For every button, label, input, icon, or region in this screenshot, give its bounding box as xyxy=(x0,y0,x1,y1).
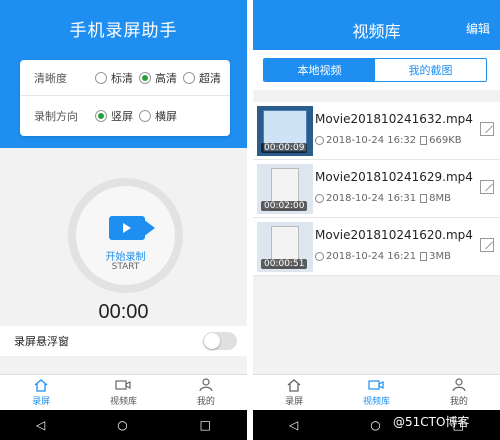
quality-sd-label: 标清 xyxy=(111,71,133,85)
quality-uhd-label: 超清 xyxy=(199,71,221,85)
video-icon xyxy=(368,380,385,390)
tab-video-library-label: 视频库 xyxy=(362,397,390,407)
record-timer: 00:00 xyxy=(98,301,149,323)
bottom-tabbar: 录屏 视频库 我的 xyxy=(0,374,247,410)
home-circle-icon[interactable]: ○ xyxy=(370,418,380,432)
record-screen: 手机录屏助手 清晰度 标清 高清 超清 录制方向 竖屏 横屏 开始录制 STAR… xyxy=(0,0,247,440)
video-thumbnail: 00:00:09 xyxy=(257,106,313,156)
floating-window-toggle[interactable] xyxy=(203,332,237,350)
right-header: 视频库 编辑 xyxy=(253,0,500,50)
quality-uhd-radio[interactable] xyxy=(183,71,195,84)
tab-local-videos[interactable]: 本地视频 xyxy=(264,59,375,81)
bottom-tabbar: 录屏 视频库 我的 xyxy=(253,374,500,410)
file-icon xyxy=(420,194,428,203)
watermark: @51CTO博客 xyxy=(393,415,470,429)
home-icon xyxy=(287,379,301,392)
landscape-radio[interactable] xyxy=(139,110,151,122)
list-item[interactable]: 00:00:51 Movie201810241620.mp4 2018-10-2… xyxy=(253,218,500,276)
floating-window-label: 录屏悬浮窗 xyxy=(14,335,69,348)
video-library-screen: 视频库 编辑 本地视频 我的截图 00:00:09 Movie201810241… xyxy=(253,0,500,440)
video-meta: 2018-10-24 16:32 669KB xyxy=(315,135,462,146)
user-icon xyxy=(452,378,466,392)
video-size: 3MB xyxy=(429,251,451,262)
tab-video-library[interactable]: 视频库 xyxy=(335,375,417,410)
video-duration: 00:02:00 xyxy=(261,201,308,211)
back-icon[interactable]: ◁ xyxy=(36,418,45,432)
tab-record-label: 录屏 xyxy=(285,397,304,407)
list-item[interactable]: 00:00:09 Movie201810241632.mp4 2018-10-2… xyxy=(253,102,500,160)
clock-icon xyxy=(315,194,324,203)
start-record-label: 开始录制 xyxy=(105,252,146,263)
video-datetime: 2018-10-24 16:21 xyxy=(326,251,417,262)
video-name: Movie201810241629.mp4 xyxy=(315,170,473,184)
tab-video-library[interactable]: 视频库 xyxy=(82,375,164,410)
landscape-label: 横屏 xyxy=(155,110,177,123)
library-title: 视频库 xyxy=(352,22,401,41)
start-record-button[interactable]: 开始录制 START xyxy=(68,178,183,293)
video-datetime: 2018-10-24 16:31 xyxy=(326,193,417,204)
app-title: 手机录屏助手 xyxy=(69,21,178,41)
tab-record[interactable]: 录屏 xyxy=(0,375,82,410)
recents-icon[interactable]: □ xyxy=(200,418,211,432)
video-thumbnail: 00:00:51 xyxy=(257,222,313,272)
video-thumbnail: 00:02:00 xyxy=(257,164,313,214)
portrait-label: 竖屏 xyxy=(111,110,133,123)
quality-hd-radio[interactable] xyxy=(139,71,151,84)
video-size: 669KB xyxy=(429,135,462,146)
segment-area: 本地视频 我的截图 xyxy=(253,50,500,90)
video-camera-icon xyxy=(109,216,145,240)
orientation-row: 录制方向 竖屏 横屏 xyxy=(20,98,230,134)
quality-hd-label: 高清 xyxy=(155,71,177,85)
back-icon[interactable]: ◁ xyxy=(289,418,298,432)
edit-icon[interactable] xyxy=(480,238,494,252)
tab-record[interactable]: 录屏 xyxy=(253,375,335,410)
system-navbar: ◁ ○ □ xyxy=(0,410,247,440)
video-meta: 2018-10-24 16:21 3MB xyxy=(315,251,451,262)
video-size: 8MB xyxy=(429,193,451,204)
tab-record-label: 录屏 xyxy=(32,397,51,407)
quality-label: 清晰度 xyxy=(34,71,67,85)
user-icon xyxy=(199,378,213,392)
video-duration: 00:00:09 xyxy=(261,143,308,153)
video-meta: 2018-10-24 16:31 8MB xyxy=(315,193,451,204)
video-name: Movie201810241620.mp4 xyxy=(315,228,473,242)
tab-mine[interactable]: 我的 xyxy=(165,375,247,410)
list-item[interactable]: 00:02:00 Movie201810241629.mp4 2018-10-2… xyxy=(253,160,500,218)
tab-video-library-label: 视频库 xyxy=(109,397,137,407)
clock-icon xyxy=(315,252,324,261)
tab-my-screenshots[interactable]: 我的截图 xyxy=(375,59,486,81)
video-icon xyxy=(115,380,132,390)
edit-button[interactable]: 编辑 xyxy=(466,20,490,37)
quality-sd-radio[interactable] xyxy=(95,71,107,84)
edit-icon[interactable] xyxy=(480,122,494,136)
edit-icon[interactable] xyxy=(480,180,494,194)
video-datetime: 2018-10-24 16:32 xyxy=(326,135,417,146)
tab-mine[interactable]: 我的 xyxy=(418,375,500,410)
video-list: 00:00:09 Movie201810241632.mp4 2018-10-2… xyxy=(253,102,500,276)
home-icon xyxy=(34,379,48,392)
tab-mine-label: 我的 xyxy=(196,397,215,407)
start-record-sublabel: START xyxy=(111,262,140,272)
file-icon xyxy=(420,252,428,261)
segment-control: 本地视频 我的截图 xyxy=(263,58,487,82)
options-card: 清晰度 标清 高清 超清 录制方向 竖屏 横屏 xyxy=(20,60,230,136)
portrait-radio[interactable] xyxy=(95,110,107,122)
video-name: Movie201810241632.mp4 xyxy=(315,112,473,126)
file-icon xyxy=(420,136,428,145)
orientation-label: 录制方向 xyxy=(34,110,78,123)
floating-window-row: 录屏悬浮窗 xyxy=(0,326,247,356)
home-circle-icon[interactable]: ○ xyxy=(117,418,127,432)
tab-mine-label: 我的 xyxy=(449,397,468,407)
clock-icon xyxy=(315,136,324,145)
video-duration: 00:00:51 xyxy=(261,259,308,269)
quality-row: 清晰度 标清 高清 超清 xyxy=(20,60,230,96)
